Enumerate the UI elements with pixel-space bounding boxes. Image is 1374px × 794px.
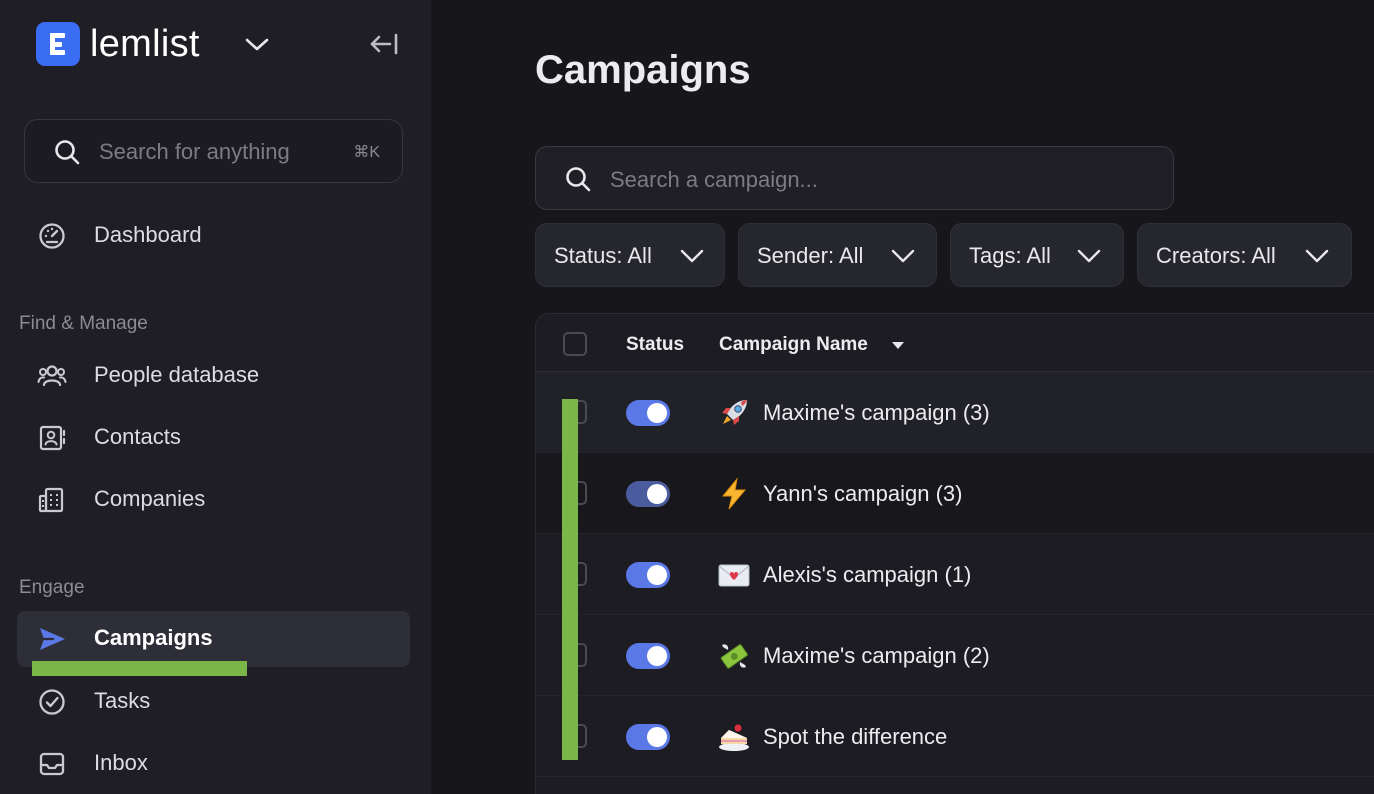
global-search-input[interactable]: Search for anything ⌘K bbox=[24, 119, 403, 183]
search-icon bbox=[566, 167, 591, 192]
table-row[interactable]: Maxime's campaign (2) bbox=[536, 615, 1374, 696]
filter-status[interactable]: Status: All bbox=[535, 223, 725, 287]
sidebar-item-label: Contacts bbox=[94, 424, 181, 449]
status-toggle[interactable] bbox=[626, 562, 670, 588]
filter-creators[interactable]: Creators: All bbox=[1137, 223, 1352, 287]
sidebar-item-campaigns[interactable]: Campaigns bbox=[17, 611, 410, 667]
table-row[interactable]: Spot the difference bbox=[536, 696, 1374, 777]
sidebar-item-people-database[interactable]: People database bbox=[17, 348, 410, 404]
select-all-checkbox[interactable] bbox=[563, 332, 587, 356]
chevron-down-icon bbox=[1305, 249, 1329, 263]
cake-icon bbox=[719, 724, 749, 751]
sidebar-item-dashboard[interactable]: Dashboard bbox=[17, 208, 410, 264]
sort-down-icon[interactable] bbox=[891, 341, 905, 350]
sidebar-item-tasks[interactable]: Tasks bbox=[17, 674, 410, 730]
lemlist-logo-icon bbox=[36, 22, 80, 66]
brand-name: lemlist bbox=[90, 23, 200, 65]
lightning-icon bbox=[721, 477, 747, 510]
search-placeholder: Search a campaign... bbox=[610, 167, 818, 192]
sidebar-item-label: Companies bbox=[94, 486, 206, 511]
campaign-name[interactable]: Alexis's campaign (1) bbox=[763, 562, 971, 588]
money-wings-icon bbox=[720, 644, 748, 669]
filter-label: Sender: All bbox=[757, 243, 864, 268]
filter-label: Status: All bbox=[554, 243, 652, 268]
search-icon bbox=[55, 140, 80, 165]
sidebar-item-label: Inbox bbox=[94, 750, 148, 775]
filter-tags[interactable]: Tags: All bbox=[950, 223, 1124, 287]
status-toggle[interactable] bbox=[626, 724, 670, 750]
inbox-icon bbox=[39, 752, 65, 776]
filter-label: Tags: All bbox=[969, 243, 1051, 268]
sidebar-item-contacts[interactable]: Contacts bbox=[17, 410, 410, 466]
rocket-icon bbox=[722, 400, 747, 425]
search-placeholder: Search for anything bbox=[99, 139, 290, 164]
sidebar: lemlist Search for anything ⌘K Dashboard… bbox=[0, 0, 431, 794]
people-icon bbox=[37, 365, 67, 387]
status-toggle[interactable] bbox=[626, 400, 670, 426]
send-icon bbox=[40, 628, 65, 650]
table-header: Status Campaign Name bbox=[536, 314, 1374, 372]
campaigns-table: Status Campaign Name Maxime's campaign (… bbox=[535, 313, 1374, 794]
chevron-down-icon bbox=[680, 249, 704, 263]
sidebar-item-label: Campaigns bbox=[94, 625, 213, 650]
page-title: Campaigns bbox=[535, 48, 751, 92]
sidebar-item-label: Dashboard bbox=[94, 222, 202, 247]
table-row[interactable]: Alexis's campaign (1) bbox=[536, 534, 1374, 615]
search-shortcut: ⌘K bbox=[353, 144, 380, 161]
section-label-find-manage: Find & Manage bbox=[19, 313, 148, 334]
highlight-bar bbox=[562, 399, 578, 760]
column-header-status[interactable]: Status bbox=[626, 334, 684, 356]
campaign-name[interactable]: Yann's campaign (3) bbox=[763, 481, 962, 507]
chevron-down-icon bbox=[891, 249, 915, 263]
filter-sender[interactable]: Sender: All bbox=[738, 223, 937, 287]
contact-card-icon bbox=[39, 425, 66, 451]
brand[interactable]: lemlist bbox=[36, 22, 200, 66]
campaign-name[interactable]: Maxime's campaign (2) bbox=[763, 643, 990, 669]
love-letter-icon bbox=[718, 564, 750, 587]
building-icon bbox=[38, 487, 64, 513]
speedometer-icon bbox=[39, 223, 65, 249]
sidebar-item-label: Tasks bbox=[94, 688, 151, 713]
chevron-down-icon bbox=[1077, 249, 1101, 263]
sidebar-item-companies[interactable]: Companies bbox=[17, 472, 410, 528]
collapse-sidebar-icon[interactable] bbox=[368, 30, 400, 58]
sidebar-item-label: People database bbox=[94, 362, 260, 387]
chevron-down-icon[interactable] bbox=[244, 34, 270, 54]
section-label-engage: Engage bbox=[19, 577, 85, 598]
filter-label: Creators: All bbox=[1156, 243, 1276, 268]
column-header-campaign-name[interactable]: Campaign Name bbox=[719, 334, 868, 356]
status-toggle[interactable] bbox=[626, 481, 670, 507]
table-row[interactable]: Yann's campaign (3) bbox=[536, 453, 1374, 534]
sidebar-item-inbox[interactable]: Inbox bbox=[17, 736, 410, 792]
campaign-name[interactable]: Spot the difference bbox=[763, 724, 947, 750]
status-toggle[interactable] bbox=[626, 643, 670, 669]
campaign-name[interactable]: Maxime's campaign (3) bbox=[763, 400, 990, 426]
check-circle-icon bbox=[39, 689, 65, 715]
table-row[interactable]: Maxime's campaign (3) bbox=[536, 372, 1374, 453]
campaign-search-input[interactable]: Search a campaign... bbox=[535, 146, 1174, 210]
